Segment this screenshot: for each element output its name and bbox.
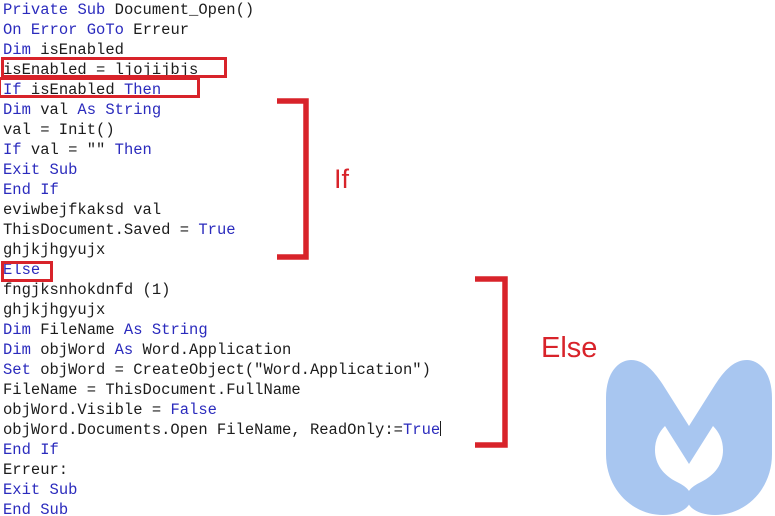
code-line: objWord.Visible = False <box>3 400 523 420</box>
text-caret <box>440 421 442 436</box>
code-text: FileName = ThisDocument.FullName <box>3 381 301 399</box>
code-text: fngjksnhokdnfd (1) <box>3 281 171 299</box>
code-line: isEnabled = ljojijbjs <box>3 60 523 80</box>
code-text: objWord.Visible = <box>3 401 171 419</box>
code-text: ThisDocument.Saved = <box>3 221 199 239</box>
code-text: val = Init() <box>3 121 115 139</box>
code-keyword: As <box>114 341 134 359</box>
code-keyword: If <box>40 441 59 459</box>
code-keyword: End <box>3 181 31 199</box>
code-line: ThisDocument.Saved = True <box>3 220 523 240</box>
code-keyword: Dim <box>3 41 31 59</box>
code-keyword: Dim <box>3 101 31 119</box>
malwarebytes-logo-watermark <box>606 360 772 515</box>
code-line: ghjkjhgyujx <box>3 240 523 260</box>
code-keyword: True <box>402 421 441 439</box>
code-line: FileName = ThisDocument.FullName <box>3 380 523 400</box>
code-keyword: True <box>198 221 236 239</box>
code-text: eviwbejfkaksd val <box>3 201 162 219</box>
code-string: "Word.Application" <box>254 361 422 379</box>
code-keyword: Exit <box>3 481 41 499</box>
code-text: isEnabled <box>21 81 124 99</box>
code-keyword: String <box>151 321 208 339</box>
code-keyword: False <box>170 401 217 419</box>
code-text: val <box>30 101 78 119</box>
code-annotation-screenshot: Private Sub Document_Open() On Error GoTo… <box>0 0 775 516</box>
code-keyword: As <box>77 101 97 119</box>
code-line: Dim isEnabled <box>3 40 523 60</box>
code-text: Word.Application <box>133 341 292 359</box>
code-text: ) <box>421 361 431 379</box>
code-keyword: Else <box>3 261 41 279</box>
code-keyword: Sub <box>40 501 69 516</box>
code-keyword: Private <box>3 1 69 19</box>
code-keyword: Dim <box>3 341 31 359</box>
code-text: Document_Open() <box>105 1 255 19</box>
code-line: objWord.Documents.Open FileName, ReadOnl… <box>3 420 523 440</box>
code-line: On Error GoTo Erreur <box>3 20 523 40</box>
code-text: val = <box>21 141 87 159</box>
code-keyword: Set <box>3 361 31 379</box>
code-string: "" <box>86 141 106 159</box>
code-keyword: Error <box>30 21 78 39</box>
code-line: Exit Sub <box>3 480 523 500</box>
code-line: If isEnabled Then <box>3 80 523 100</box>
code-text: FileName <box>30 321 124 339</box>
code-keyword: Then <box>123 81 162 99</box>
code-listing: Private Sub Document_Open() On Error GoTo… <box>3 0 523 516</box>
code-keyword: End <box>3 501 31 516</box>
code-keyword: Dim <box>3 321 31 339</box>
code-line: Erreur: <box>3 460 523 480</box>
code-text: Erreur <box>123 21 190 39</box>
code-text: Erreur: <box>3 461 69 479</box>
code-line: fngjksnhokdnfd (1) <box>3 280 523 300</box>
code-keyword: Sub <box>77 1 106 19</box>
code-line: eviwbejfkaksd val <box>3 200 523 220</box>
code-text: isEnabled = ljojijbjs <box>3 61 199 79</box>
code-keyword: If <box>3 81 22 99</box>
code-text: objWord = CreateObject( <box>30 361 255 379</box>
code-keyword: End <box>3 441 31 459</box>
annotation-label-else: Else <box>541 332 598 364</box>
code-text: isEnabled <box>30 41 124 59</box>
code-text: objWord.Documents.Open FileName, ReadOnl… <box>3 421 403 439</box>
code-line: ghjkjhgyujx <box>3 300 523 320</box>
code-text: objWord <box>30 341 115 359</box>
code-keyword: On <box>3 21 22 39</box>
code-keyword: Then <box>114 141 152 159</box>
code-keyword: If <box>3 141 22 159</box>
code-line: If val = "" Then <box>3 140 523 160</box>
code-keyword: Sub <box>49 481 78 499</box>
code-keyword: Sub <box>49 161 78 179</box>
code-text: ghjkjhgyujx <box>3 241 106 259</box>
code-line: Exit Sub <box>3 160 523 180</box>
code-keyword: String <box>105 101 162 119</box>
code-line: Set objWord = CreateObject("Word.Applica… <box>3 360 523 380</box>
code-text: ghjkjhgyujx <box>3 301 106 319</box>
code-line: val = Init() <box>3 120 523 140</box>
code-line: Dim val As String <box>3 100 523 120</box>
code-line: Dim objWord As Word.Application <box>3 340 523 360</box>
code-keyword: Exit <box>3 161 41 179</box>
code-line: End If <box>3 180 523 200</box>
code-line: End If <box>3 440 523 460</box>
code-line: Dim FileName As String <box>3 320 523 340</box>
code-line: End Sub <box>3 500 523 516</box>
code-keyword: As <box>123 321 143 339</box>
code-keyword: GoTo <box>86 21 124 39</box>
code-keyword: If <box>40 181 59 199</box>
code-line: Private Sub Document_Open() <box>3 0 523 20</box>
code-line: Else <box>3 260 523 280</box>
